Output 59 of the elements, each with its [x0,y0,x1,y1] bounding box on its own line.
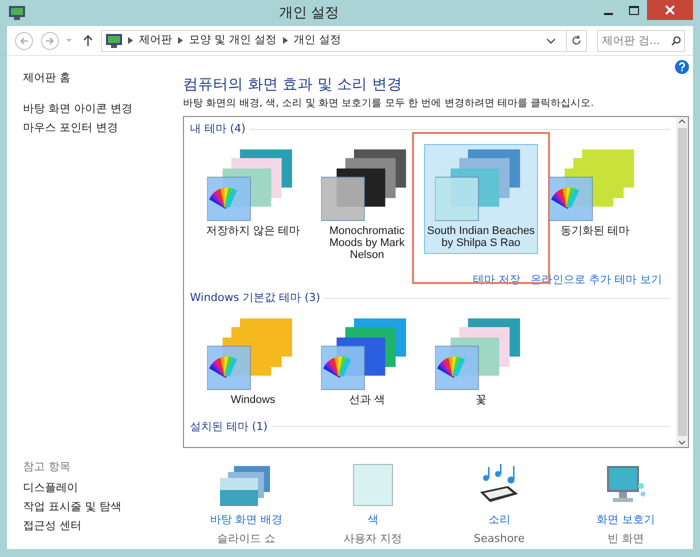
scrollbar[interactable] [676,117,688,447]
theme-name: 저장하지 않은 테마 [204,224,302,236]
chevron-icon [282,37,288,44]
sidebar-link[interactable]: 디스플레이 [23,478,183,497]
group-header: 설치된 테마 (1) [190,418,268,434]
theme-tile[interactable]: 꽃 [424,312,538,410]
theme-name: 동기화된 테마 [559,224,631,236]
caret-icon[interactable] [546,38,556,44]
close-icon [665,5,675,15]
setting-value: 빈 화면 [608,530,644,546]
refresh-icon [571,35,582,46]
setting-link[interactable]: 바탕 화면 배경 [210,512,283,528]
search-field[interactable]: 제어판 검... [597,30,685,52]
left-arrow-icon [19,36,29,44]
sidebar-link[interactable]: 접근성 센터 [23,516,183,535]
setting-link[interactable]: 색 [367,512,378,528]
theme-name: Monochromatic Moods by Mark Nelson [328,224,406,260]
breadcrumb[interactable]: 제어판 [139,32,172,49]
setting-value: 슬라이드 쇼 [217,530,276,546]
theme-name: 꽃 [474,394,488,406]
group-header: Windows 기본값 테마 (3) [190,290,320,306]
theme-tile[interactable]: Windows [196,312,310,410]
sidebar-link[interactable]: 작업 표시줄 및 탐색 [23,497,183,516]
up-caret-icon [678,119,686,124]
window-title: 개인 설정 [278,4,340,22]
group-header: 내 테마 (4) [190,121,246,137]
page-heading: 컴퓨터의 화면 효과 및 소리 변경 [183,74,403,94]
setting-value: Seashore [474,530,525,546]
close-button[interactable] [647,0,693,20]
theme-tile[interactable]: 선과 색 [310,312,424,410]
theme-tile[interactable]: 동기화된 테마 [538,144,652,242]
up-arrow-icon[interactable] [83,34,93,46]
theme-tile[interactable]: Monochromatic Moods by Mark Nelson [310,144,424,266]
setting-link[interactable]: 화면 보호기 [596,512,655,528]
help-icon[interactable] [675,60,689,74]
down-caret-icon [678,440,686,445]
chevron-icon [178,37,183,44]
sidebar-link[interactable]: 제어판 홈 [23,68,183,87]
see-also-title: 참고 항목 [23,459,72,475]
theme-tile[interactable]: South Indian Beaches by Shilpa S Rao [424,144,538,254]
chevron-icon [128,37,133,44]
color-swatch [352,464,393,506]
sidebar-link[interactable]: 마우스 포인터 변경 [23,118,183,137]
breadcrumb[interactable]: 개인 설정 [294,32,341,49]
search-icon [671,36,681,46]
theme-name: Windows [230,394,276,406]
photos-icon [220,466,272,506]
theme-name: South Indian Beaches by Shilpa S Rao [426,224,536,248]
setting-value: 사용자 지정 [344,530,402,546]
theme-name: 선과 색 [348,394,386,406]
setting-link[interactable]: 소리 [488,512,510,528]
right-arrow-icon [45,36,55,44]
address-field[interactable]: 제어판 모양 및 개인 설정 개인 설정 [101,30,587,52]
theme-tile[interactable]: 저장하지 않은 테마 [196,144,310,242]
monitor-icon [106,34,122,48]
sidebar-link[interactable]: 바탕 화면 아이콘 변경 [23,99,183,118]
page-description: 바탕 화면의 배경, 색, 소리 및 화면 보호기를 모두 한 번에 변경하려면 테마를 클릭하십시오. [183,97,595,111]
breadcrumb[interactable]: 모양 및 개인 설정 [189,32,276,49]
monitor-icon [9,6,25,20]
